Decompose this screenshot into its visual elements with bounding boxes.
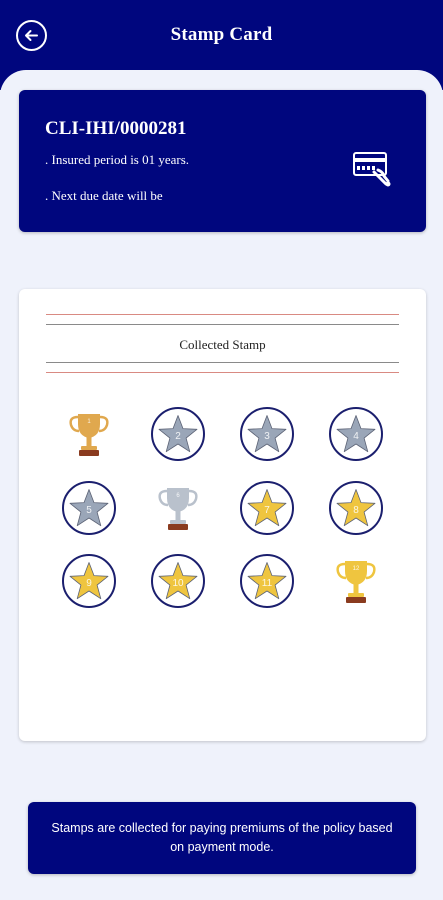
next-due-date-text: . Next due date will be [45,188,163,203]
divider-line [46,314,399,315]
star-icon: 4 [329,407,383,461]
star-icon: 5 [62,481,116,535]
stamp-number: 5 [86,505,92,516]
card-hand-icon [352,148,392,188]
stamp-number: 11 [262,578,273,589]
stamp-number: 3 [264,431,270,442]
star-icon: 7 [240,481,294,535]
stamp-trophy: 12 [328,553,384,609]
stamp-panel: Collected Stamp 1 2 3 4 5 6 7 8 9 10 11 … [19,289,426,741]
stamp-star: 5 [61,480,117,536]
stamp-star: 9 [61,553,117,609]
stamp-star: 11 [239,553,295,609]
policy-number: CLI-IHI/0000281 [45,118,187,139]
stamp-star: 7 [239,480,295,536]
info-banner: Stamps are collected for paying premiums… [28,802,416,874]
divider-line [46,362,399,363]
trophy-icon: 12 [336,561,376,603]
stamp-number: 4 [353,431,359,442]
star-icon: 2 [151,407,205,461]
stamp-star: 2 [150,406,206,462]
policy-card: CLI-IHI/0000281 . Insured period is 01 y… [19,90,426,232]
star-icon: 10 [151,554,205,608]
stamp-trophy: 6 [150,480,206,536]
stamp-star: 4 [328,406,384,462]
star-icon: 3 [240,407,294,461]
stamp-number: 8 [353,505,359,516]
star-icon: 8 [329,481,383,535]
stamp-number: 12 [353,566,360,572]
stamp-star: 3 [239,406,295,462]
stamp-number: 10 [172,578,184,589]
collected-stamp-title: Collected Stamp [179,337,266,352]
stamp-number: 7 [264,505,270,516]
page-title: Stamp Card [170,24,273,45]
star-icon: 9 [62,554,116,608]
stamp-number: 2 [175,431,181,442]
trophy-icon: 6 [158,488,198,530]
divider-line [46,324,399,325]
info-banner-text: Stamps are collected for paying premiums… [51,821,393,854]
star-icon: 11 [240,554,294,608]
insured-period-text: . Insured period is 01 years. [45,152,190,167]
stamp-star: 8 [328,480,384,536]
stamp-trophy: 1 [61,406,117,462]
stamp-star: 10 [150,553,206,609]
divider-line [46,372,399,373]
stamp-number: 9 [86,578,92,589]
trophy-icon: 1 [69,414,109,456]
